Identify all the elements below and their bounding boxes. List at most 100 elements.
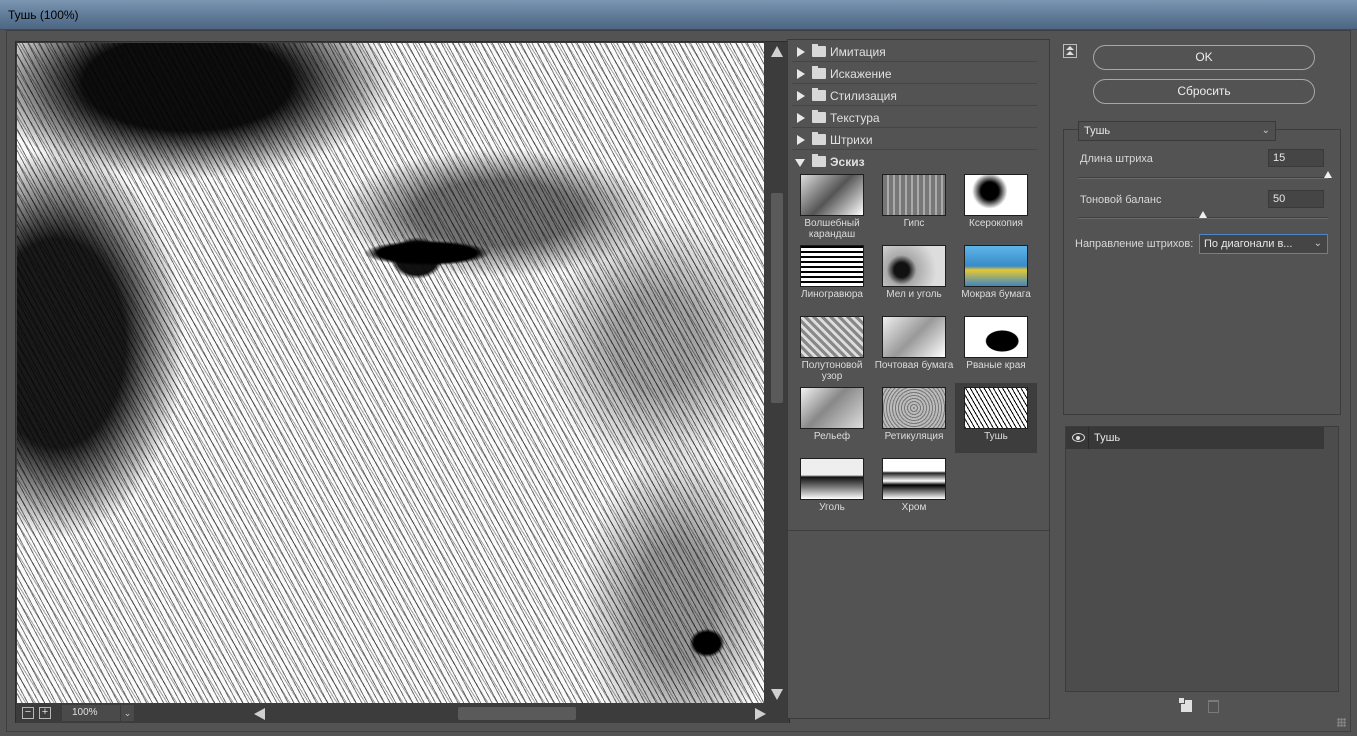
category-label: Имитация [830, 45, 886, 59]
category-label: Эскиз [830, 155, 865, 169]
new-effect-layer-icon[interactable] [1178, 697, 1192, 712]
filter-thumbnail [800, 316, 864, 358]
trash-icon[interactable] [1208, 700, 1219, 713]
preview-area: − + 100% ⌄ [15, 41, 790, 723]
filter-thumb-item[interactable]: Почтовая бумага [873, 312, 955, 382]
category-imitation[interactable]: Имитация [792, 42, 1037, 62]
filter-thumb-item[interactable]: Ретикуляция [873, 383, 955, 453]
zoom-select[interactable]: 100% ⌄ [62, 705, 134, 721]
category-sketch[interactable]: Эскиз [792, 152, 1037, 172]
preview-image[interactable] [17, 43, 764, 703]
zoom-value: 100% [72, 707, 98, 718]
filter-gallery-dialog: − + 100% ⌄ Имитация Искажение Стилизация… [6, 30, 1351, 732]
filter-name: Уголь [819, 502, 845, 513]
filter-name: Ретикуляция [884, 431, 944, 442]
stroke-direction-select[interactable]: По диагонали в... ⌄ [1199, 234, 1328, 254]
filter-thumb-item[interactable]: Полутоновой узор [791, 312, 873, 382]
filter-thumb-item[interactable]: Рваные края [955, 312, 1037, 382]
filter-name: Линогравюра [801, 289, 863, 300]
folder-icon [812, 110, 826, 123]
scroll-down-arrow-icon[interactable] [771, 689, 783, 700]
effect-layer-row[interactable]: Тушь [1066, 427, 1324, 449]
layers-scrollbar[interactable] [1324, 427, 1338, 691]
filter-thumbnail [800, 174, 864, 216]
filter-thumbnail [882, 458, 946, 500]
preview-vertical-scrollbar[interactable] [766, 43, 788, 703]
scroll-right-arrow-icon[interactable] [755, 708, 766, 720]
filter-name: Полутоновой узор [801, 360, 863, 382]
filter-thumbnail [800, 387, 864, 429]
filter-name: Почтовая бумага [874, 360, 954, 371]
filter-thumbnail [882, 387, 946, 429]
filter-thumbnail [882, 245, 946, 287]
preview-bottom-bar: − + 100% ⌄ [16, 704, 789, 723]
tonal-balance-slider[interactable] [1078, 211, 1328, 219]
filter-name: Мокрая бумага [961, 289, 1031, 300]
filter-thumb-item[interactable]: Волшебный карандаш [791, 170, 873, 240]
layer-row-divider [1088, 427, 1089, 449]
filter-thumb-item[interactable]: Уголь [791, 454, 873, 524]
category-label: Текстура [830, 111, 880, 125]
category-texture[interactable]: Текстура [792, 108, 1037, 128]
tonal-balance-label: Тоновой баланс [1080, 194, 1162, 206]
filter-name: Рваные края [966, 360, 1026, 371]
folder-icon [812, 132, 826, 145]
preview-horizontal-scrollbar[interactable] [252, 706, 768, 721]
gallery-divider [788, 530, 1049, 531]
zoom-out-button[interactable]: − [22, 707, 34, 719]
stroke-length-input[interactable]: 15 [1268, 149, 1324, 167]
filter-thumb-item[interactable]: Ксерокопия [955, 170, 1037, 240]
stroke-length-label: Длина штриха [1080, 153, 1153, 165]
eye-icon[interactable] [1072, 433, 1085, 442]
filter-thumb-item[interactable]: Гипс [873, 170, 955, 240]
tonal-balance-input[interactable]: 50 [1268, 190, 1324, 208]
reset-button[interactable]: Сбросить [1093, 79, 1315, 104]
filter-thumb-item[interactable]: Рельеф [791, 383, 873, 453]
scroll-up-arrow-icon[interactable] [771, 46, 783, 57]
filter-thumbnail [964, 245, 1028, 287]
filter-thumb-item-selected[interactable]: Тушь [955, 383, 1037, 453]
expand-arrow-icon [797, 91, 805, 101]
stroke-direction-label: Направление штрихов: [1075, 238, 1194, 250]
filter-name: Волшебный карандаш [804, 218, 860, 240]
filter-name: Ксерокопия [969, 218, 1023, 229]
vertical-scroll-thumb[interactable] [771, 193, 783, 403]
tonal-balance-slider-thumb[interactable] [1199, 211, 1207, 218]
filter-thumb-item[interactable]: Мокрая бумага [955, 241, 1037, 311]
filter-thumb-item[interactable]: Линогравюра [791, 241, 873, 311]
filter-name: Рельеф [813, 431, 851, 442]
stroke-direction-value: По диагонали в... [1204, 238, 1293, 250]
stroke-length-slider-thumb[interactable] [1324, 171, 1332, 178]
expand-arrow-icon [797, 113, 805, 123]
zoom-in-button[interactable]: + [39, 707, 51, 719]
horizontal-scroll-thumb[interactable] [458, 707, 576, 720]
filter-select[interactable]: Тушь ⌄ [1078, 121, 1276, 141]
chevron-down-icon: ⌄ [1313, 238, 1322, 249]
chevron-down-icon: ⌄ [1261, 125, 1270, 136]
stroke-length-slider[interactable] [1078, 171, 1332, 179]
collapse-gallery-button[interactable] [1063, 44, 1077, 58]
filter-thumbnail [964, 387, 1028, 429]
filter-thumb-item[interactable]: Мел и уголь [873, 241, 955, 311]
filter-name: Мел и уголь [886, 289, 942, 300]
filter-thumbnail [800, 245, 864, 287]
category-distortion[interactable]: Искажение [792, 64, 1037, 84]
chevron-down-icon: ⌄ [120, 705, 134, 721]
folder-icon [812, 66, 826, 79]
filter-thumbnail [964, 174, 1028, 216]
filter-name: Хром [901, 502, 927, 513]
category-stylize[interactable]: Стилизация [792, 86, 1037, 106]
filter-settings-panel [1063, 129, 1341, 415]
title-bar: Тушь (100%) [0, 0, 1357, 30]
ok-button[interactable]: OK [1093, 45, 1315, 70]
filter-thumbnail [800, 458, 864, 500]
filter-thumbnail [964, 316, 1028, 358]
expand-arrow-icon [797, 135, 805, 145]
filter-thumb-item[interactable]: Хром [873, 454, 955, 524]
resize-grip-icon[interactable] [1337, 718, 1346, 727]
filter-select-value: Тушь [1084, 125, 1111, 137]
folder-icon [812, 88, 826, 101]
category-strokes[interactable]: Штрихи [792, 130, 1037, 150]
scroll-left-arrow-icon[interactable] [254, 708, 265, 720]
expand-arrow-icon [797, 69, 805, 79]
